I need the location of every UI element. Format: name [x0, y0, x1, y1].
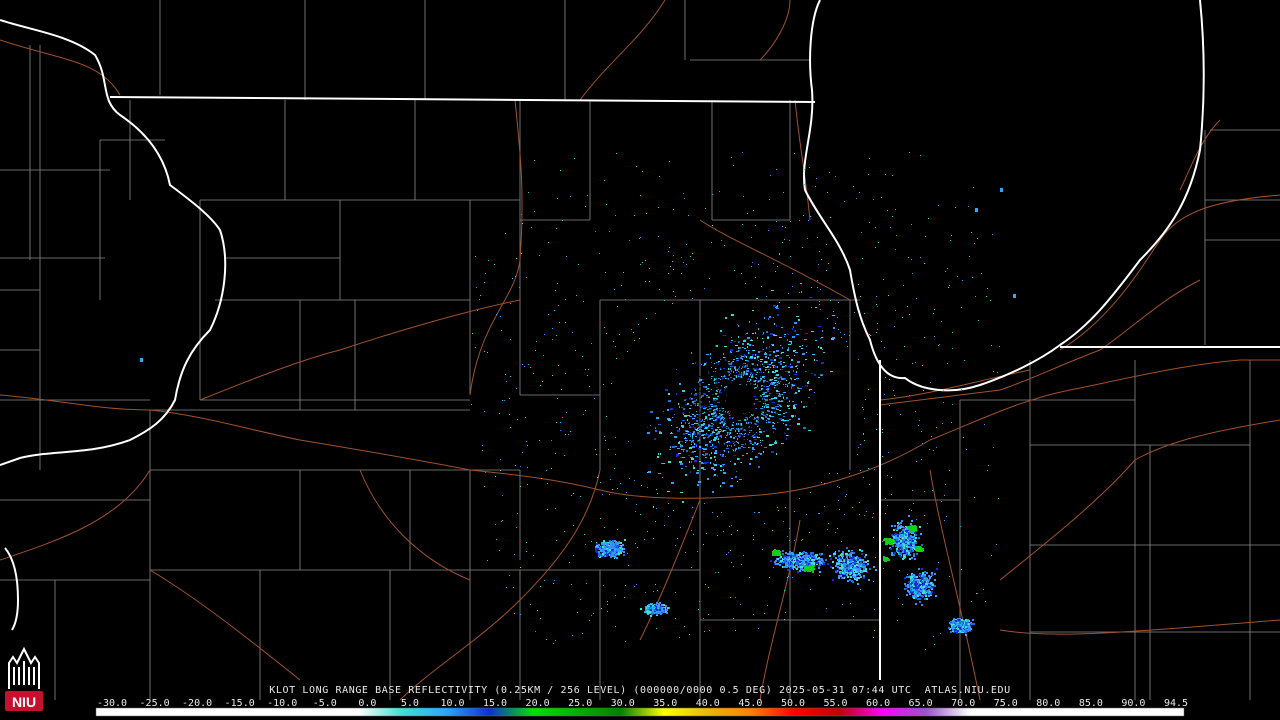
colorbar-tick-label: 75.0: [994, 698, 1018, 709]
reflectivity-colorbar: [95, 707, 1185, 717]
colorbar-tick-label: -15.0: [225, 698, 255, 709]
colorbar-tick-label: 5.0: [401, 698, 419, 709]
colorbar-tick-label: 55.0: [823, 698, 847, 709]
colorbar-tick-label: 50.0: [781, 698, 805, 709]
colorbar-tick-label: -10.0: [267, 698, 297, 709]
colorbar-tick-label: 40.0: [696, 698, 720, 709]
colorbar-tick-label: 35.0: [653, 698, 677, 709]
radar-map: -30.0 -25.0 -20.0 -15.0 -10.0 -5.0 0.0 5.0 10.0 1…: [0, 0, 1280, 720]
colorbar-tick-label: -30.0: [97, 698, 127, 709]
colorbar-tick-label: 94.5: [1164, 698, 1188, 709]
colorbar-tick-label: 20.0: [526, 698, 550, 709]
colorbar-tick-label: 80.0: [1036, 698, 1060, 709]
colorbar-tick-label: 10.0: [440, 698, 464, 709]
niu-logo: NIU: [5, 646, 43, 711]
colorbar-tick-label: -20.0: [182, 698, 212, 709]
colorbar-tick-label: 60.0: [866, 698, 890, 709]
colorbar-tick-label: 65.0: [909, 698, 933, 709]
colorbar-tick-label: -5.0: [313, 698, 337, 709]
colorbar-tick-label: 0.0: [358, 698, 376, 709]
colorbar-tick-label: 45.0: [738, 698, 762, 709]
colorbar-tick-label: 70.0: [951, 698, 975, 709]
colorbar-tick-label: 30.0: [611, 698, 635, 709]
colorbar-tick-label: 25.0: [568, 698, 592, 709]
colorbar-tick-label: 15.0: [483, 698, 507, 709]
product-caption: KLOT LONG RANGE BASE REFLECTIVITY (0.25K…: [269, 685, 1011, 696]
colorbar-tick-label: 85.0: [1079, 698, 1103, 709]
colorbar-tick-label: 90.0: [1121, 698, 1145, 709]
colorbar-tick-label: -25.0: [140, 698, 170, 709]
